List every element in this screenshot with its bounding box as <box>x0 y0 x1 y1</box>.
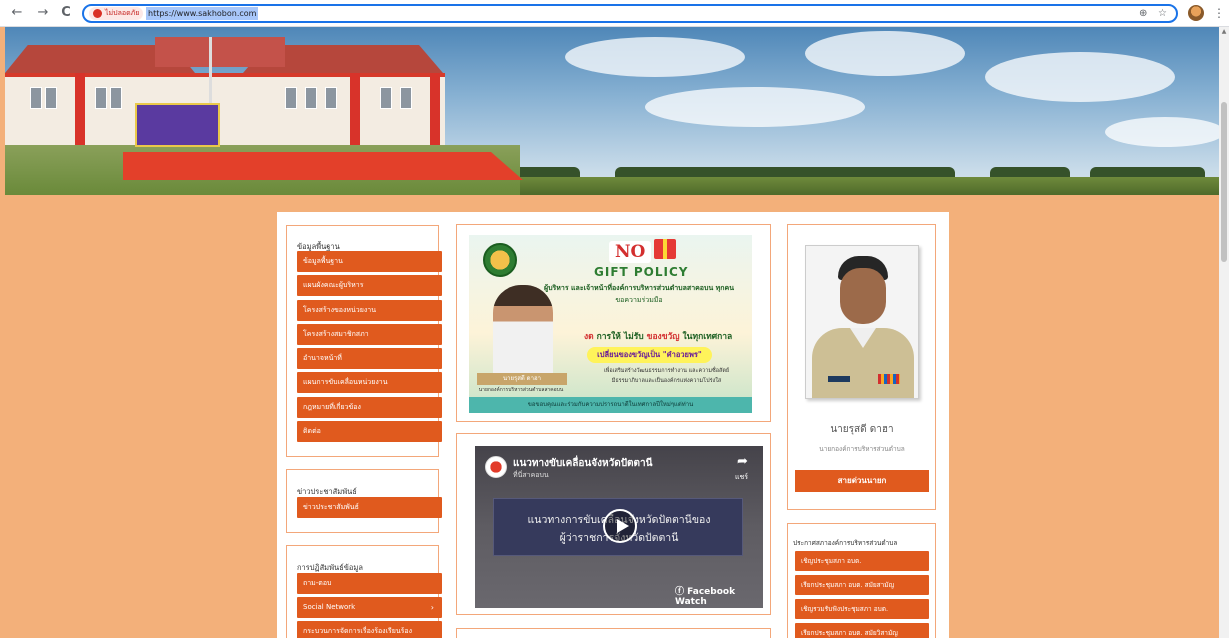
mayor-position: นายกองค์การบริหารส่วนตำบล <box>819 445 905 453</box>
basic-info-panel: ข้อมูลพื้นฐาน ข้อมูลพื้นฐาน แผนผังคณะผู้… <box>286 225 442 457</box>
channel-logo-icon[interactable] <box>485 456 507 478</box>
announcement-item[interactable]: เชิญประชุมสภา อบต. <box>795 551 929 571</box>
menu-item-executive-chart[interactable]: แผนผังคณะผู้บริหาร <box>297 275 442 296</box>
facebook-watch-label[interactable]: ⓕ Facebook Watch <box>675 584 763 607</box>
office-building-image <box>5 37 523 195</box>
security-chip[interactable]: ไม่ปลอดภัย <box>89 7 144 20</box>
scroll-up-icon[interactable]: ▲ <box>1220 29 1228 35</box>
header-banner <box>5 27 1219 195</box>
security-label: ไม่ปลอดภัย <box>105 9 140 17</box>
warning-icon <box>93 9 102 18</box>
interaction-panel: การปฏิสัมพันธ์ข้อมูล ถาม-ตอบ Social Netw… <box>286 545 442 638</box>
profile-avatar-icon[interactable] <box>1188 5 1204 21</box>
menu-item-label: Social Network <box>303 603 356 611</box>
mayor-photo <box>805 245 919 399</box>
poster-position-tag: นายกองค์การบริหารส่วนตำบลสาคอบน <box>478 387 564 393</box>
menu-item-contact[interactable]: ติดต่อ <box>297 421 442 442</box>
forward-icon[interactable]: → <box>34 4 52 22</box>
poster-gifts-prefix: งด <box>584 332 594 342</box>
menu-item-duties[interactable]: อำนาจหน้าที่ <box>297 348 442 369</box>
next-content-panel <box>456 628 771 638</box>
no-gift-policy-poster[interactable]: NO GIFT POLICY ผู้บริหาร และเจ้าหน้าที่อ… <box>469 235 752 413</box>
main-content: ข้อมูลพื้นฐาน ข้อมูลพื้นฐาน แผนผังคณะผู้… <box>277 212 949 638</box>
announcement-item[interactable]: เรียกประชุมสภา อบต. สมัยสามัญ <box>795 575 929 595</box>
poster-desc-1: เพื่อเสริมสร้างวัฒนธรรมการทำงาน และความซ… <box>603 368 730 374</box>
video-subtitle[interactable]: ที่นี่สาคอบน <box>513 470 549 481</box>
menu-item-news[interactable]: ข่าวประชาสัมพันธ์ <box>297 497 442 518</box>
poster-name-tag: นายรุสดี ดาฮา <box>477 373 567 385</box>
announcement-item[interactable]: เรียกประชุมสภา อบต. สมัยวิสามัญ <box>795 623 929 638</box>
reload-icon[interactable]: C <box>57 4 75 22</box>
menu-item-laws[interactable]: กฎหมายที่เกี่ยวข้อง <box>297 397 442 418</box>
panel-title: ประกาศสภาองค์การบริหารส่วนตำบล <box>793 539 898 547</box>
play-icon[interactable] <box>603 509 637 543</box>
menu-item-plans[interactable]: แผนการขับเคลื่อนหน่วยงาน <box>297 372 442 393</box>
video-panel: แนวทางขับเคลื่อนจังหวัดปัตตานี ที่นี่สาค… <box>456 433 771 615</box>
hotline-button[interactable]: สายด่วนนายก <box>795 470 929 492</box>
menu-item-complaints[interactable]: กระบวนการจัดการเรื่องร้องเรียนร้อง <box>297 621 442 638</box>
gift-icon <box>654 239 676 259</box>
video-title[interactable]: แนวทางขับเคลื่อนจังหวัดปัตตานี <box>513 456 652 471</box>
poster-gifts-mid: การให้ ไม่รับ <box>593 332 647 342</box>
poster-highlight: เปลี่ยนของขวัญเป็น "คำอวยพร" <box>587 347 712 363</box>
poster-footer: ขอขอบคุณและร่วมกับความปรารถนาดีในเทศกาลป… <box>469 397 752 413</box>
announcement-item[interactable]: เชิญรวมรับฟังประชุมสภา อบต. <box>795 599 929 619</box>
mayor-name: นายรุสดี ดาฮา <box>830 424 894 435</box>
announcements-panel: ประกาศสภาองค์การบริหารส่วนตำบล เชิญประชุ… <box>787 523 936 638</box>
cloud <box>565 37 745 77</box>
facebook-video-embed[interactable]: แนวทางขับเคลื่อนจังหวัดปัตตานี ที่นี่สาค… <box>475 446 763 608</box>
news-panel: ข่าวประชาสัมพันธ์ ข่าวประชาสัมพันธ์ <box>286 469 442 533</box>
watch-label: Facebook Watch <box>675 587 736 607</box>
page-scrollbar[interactable]: ▲ <box>1219 27 1229 638</box>
cloud <box>1105 117 1219 147</box>
share-icon[interactable]: ➦ <box>737 454 748 469</box>
mayor-profile-panel: นายรุสดี ดาฮา นายกองค์การบริหารส่วนตำบล … <box>787 224 936 510</box>
zoom-icon[interactable]: ⊕ <box>1139 7 1147 20</box>
star-icon[interactable]: ☆ <box>1158 7 1167 20</box>
poster-gift-policy: GIFT POLICY <box>594 265 689 279</box>
cloud <box>805 31 965 76</box>
browser-menu-icon[interactable]: ⋮ <box>1213 4 1225 22</box>
cloud <box>645 87 865 127</box>
poster-desc-2: มีธรรมาภิบาลและเป็นองค์กรแห่งความโปร่งใส <box>611 378 722 384</box>
menu-item-social-network[interactable]: Social Network › <box>297 597 442 618</box>
address-bar[interactable]: ไม่ปลอดภัย https://www.sakhobon.com ⊕ ☆ <box>82 4 1178 23</box>
poster-no: NO <box>609 241 652 263</box>
seal-icon <box>483 243 517 277</box>
poster-panel: NO GIFT POLICY ผู้บริหาร และเจ้าหน้าที่อ… <box>456 224 771 422</box>
poster-line-1: ผู้บริหาร และเจ้าหน้าที่องค์การบริหารส่ว… <box>544 284 734 292</box>
poster-gifts-suffix: ในทุกเทศกาล <box>679 332 733 342</box>
poster-portrait <box>493 285 553 381</box>
back-icon[interactable]: ← <box>8 4 26 22</box>
chevron-right-icon: › <box>430 603 434 612</box>
poster-line-2: ขอความร่วมมือ <box>615 296 663 304</box>
share-label[interactable]: แชร์ <box>735 472 748 483</box>
poster-gifts-line: งด การให้ ไม่รับ ของขวัญ ในทุกเทศกาล <box>584 329 752 343</box>
browser-toolbar: ← → C ไม่ปลอดภัย https://www.sakhobon.co… <box>0 0 1229 27</box>
menu-item-basic-info[interactable]: ข้อมูลพื้นฐาน <box>297 251 442 272</box>
banner-signboard <box>135 103 220 147</box>
scroll-thumb[interactable] <box>1221 102 1227 262</box>
menu-item-council-structure[interactable]: โครงสร้างสมาชิกสภา <box>297 324 442 345</box>
poster-gifts-red: ของขวัญ <box>646 332 680 342</box>
cloud <box>985 52 1175 102</box>
menu-item-qa[interactable]: ถาม-ตอบ <box>297 573 442 594</box>
menu-item-org-structure[interactable]: โครงสร้างของหน่วยงาน <box>297 300 442 321</box>
url-text[interactable]: https://www.sakhobon.com <box>146 7 259 20</box>
